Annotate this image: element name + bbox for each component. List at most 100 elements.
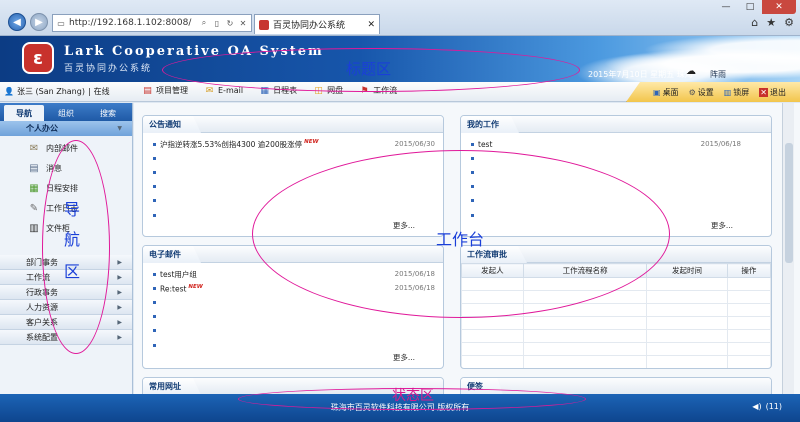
lock-screen-button[interactable]: ▥ 锁屏 [724,87,750,98]
maximize-icon[interactable]: □ [738,0,762,14]
settings-gear-icon[interactable]: ⚙ [784,16,794,29]
home-icon[interactable]: ⌂ [751,16,758,29]
table-cell [726,329,771,343]
panel-title: 常用网址 [143,378,201,395]
favorites-icon[interactable]: ★ [766,16,776,29]
desktop-icon: ▣ [653,87,661,97]
minimize-icon[interactable]: — [714,0,738,14]
table-cell [461,316,524,330]
window-controls: — □ ✕ [714,0,796,14]
annotation-status-label: 状态区 [392,388,434,404]
table-cell [461,329,524,343]
bullet [153,156,156,160]
stop-icon[interactable]: ✕ [238,18,248,28]
table-cell [646,303,728,317]
bullet [153,170,156,174]
category-label: 系统配置 [26,332,58,342]
mail-icon: ✉ [205,85,214,96]
table-cell [646,277,728,291]
list-item[interactable]: test 2015/06/18 [471,137,763,151]
lock-label: 锁屏 [733,87,750,97]
chevron-right-icon: ▶ [117,333,122,341]
brand-title-cn: 百灵协同办公系统 [64,64,153,74]
list-item-date: 2015/06/18 [700,140,741,149]
more-link[interactable]: 更多... [393,352,415,363]
bullet [153,185,156,189]
list-item-empty [153,338,435,352]
tab-navigation[interactable]: 导航 [4,105,44,121]
refresh-icon[interactable]: ↻ [225,18,235,28]
compat-icon[interactable]: ▯ [212,18,222,28]
chevron-right-icon: ▶ [117,318,122,326]
bullet [153,142,156,146]
browser-tab[interactable]: 百灵协同办公系统 ✕ [254,14,380,34]
annotation-header-label: 标题区 [346,60,392,78]
user-separator: | [87,87,91,96]
forward-button[interactable]: ▶ [30,13,48,31]
panel-header: 公告通知 [143,116,443,133]
chevron-right-icon: ▶ [117,288,122,296]
settings-button[interactable]: ⚙ 设置 [689,87,714,98]
browser-tools: ⌂ ★ ⚙ [751,16,794,29]
panel-title: 我的工作 [461,116,519,133]
email-subject[interactable]: Re:test [160,284,186,293]
list-item[interactable]: 沪指逆转涨5.53%创指4300 逾200股涨停 NEW 2015/06/30 [153,137,435,151]
table-cell [726,342,771,356]
user-name[interactable]: 张三 (San Zhang) [17,86,85,97]
arrow-right-icon: ▶ [35,16,43,28]
table-row [461,342,771,356]
annotation-nav-label-3: 区 [64,262,81,281]
new-badge: NEW [188,283,203,290]
category-label: 个人办公 [26,124,58,133]
cloud-rain-icon: ☁ [686,66,696,77]
table-cell [726,303,771,317]
address-url[interactable]: http://192.168.1.102:8008/ [69,18,196,28]
back-button[interactable]: ◀ [8,13,26,31]
bullet [471,142,474,146]
bullet [153,272,156,276]
user-icon: 👤 [4,87,14,96]
notebook-icon: ✎ [29,202,39,214]
table-cell [726,277,771,291]
speaker-icon[interactable]: ◀) [752,402,761,411]
search-icon[interactable]: ⌕ [199,18,209,28]
table-cell [646,342,728,356]
table-cell [522,329,648,343]
bullet [153,300,156,304]
col-action[interactable]: 操作 [726,263,771,278]
tab-organization[interactable]: 组织 [46,105,86,121]
desktop-button[interactable]: ▣ 桌面 [653,87,679,98]
table-cell [646,290,728,304]
col-start-time[interactable]: 发起时间 [646,263,728,278]
notice-title[interactable]: 沪指逆转涨5.53%创指4300 逾200股涨停 [160,140,302,149]
tab-search[interactable]: 搜索 [88,105,128,121]
chevron-down-icon: ▼ [117,125,122,132]
bullet [153,329,156,333]
annotation-workspace-label: 工作台 [436,230,485,249]
address-bar[interactable]: ▭ http://192.168.1.102:8008/ ⌕ ▯ ↻ ✕ [52,14,252,32]
table-cell [461,342,524,356]
chevron-right-icon: ▶ [117,303,122,311]
bullet [153,199,156,203]
quick-link-project[interactable]: ▤ 项目管理 [142,85,188,96]
list-item-date: 2015/06/30 [394,140,435,149]
close-icon[interactable]: ✕ [762,0,796,14]
user-status[interactable]: 在线 [94,86,110,97]
quick-link-label: 项目管理 [156,86,188,95]
logout-button[interactable]: ✕ 退出 [759,87,786,98]
vertical-scrollbar[interactable] [782,103,794,394]
desktop-label: 桌面 [662,87,679,97]
new-badge: NEW [304,139,319,146]
table-row [461,329,771,343]
scrollbar-thumb[interactable] [785,143,793,263]
right-tools: ▣ 桌面 ⚙ 设置 ▥ 锁屏 ✕ 退出 [626,82,800,102]
annotation-nav-label-1: 导 [64,200,81,219]
more-link[interactable]: 更多... [711,220,733,231]
logout-label: 退出 [770,87,786,97]
table-cell [522,342,648,356]
exit-icon: ✕ [759,87,768,97]
category-personal-office[interactable]: 个人办公 ▼ [0,121,132,136]
tab-close-icon[interactable]: ✕ [367,20,375,30]
table-cell [726,290,771,304]
list-item-text[interactable]: test [478,140,701,149]
